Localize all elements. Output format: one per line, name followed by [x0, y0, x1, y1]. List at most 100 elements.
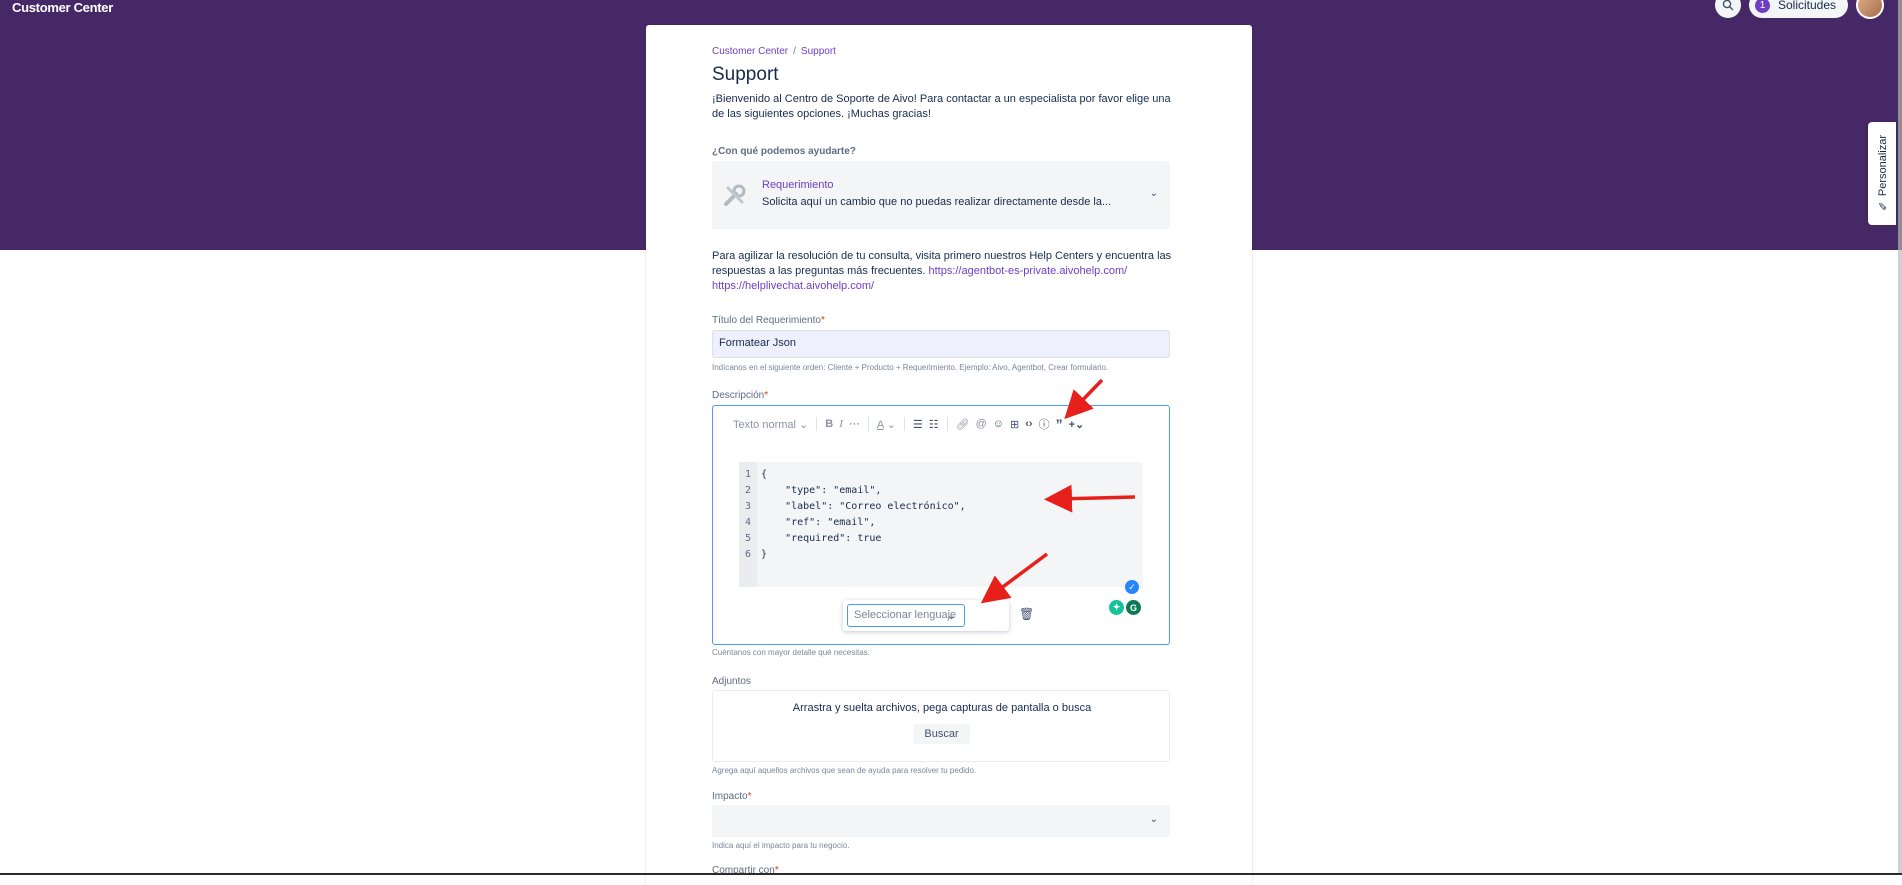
- toolbar-divider: [946, 417, 948, 431]
- code-text: "ref": "email",: [761, 517, 876, 528]
- grammarly-icon[interactable]: G: [1126, 600, 1141, 615]
- attachment-dropzone[interactable]: Arrastra y suelta archivos, pega captura…: [712, 690, 1170, 762]
- line-number: 1: [744, 469, 752, 480]
- attachments-label: Adjuntos: [712, 676, 751, 687]
- editor-toolbar: Texto normal ⌄ B I ··· A ⌄ ☰ ☷ 🔗︎ @ ☺ ⊞ …: [733, 416, 1084, 432]
- toolbar-divider: [816, 417, 818, 431]
- breadcrumb-separator: /: [793, 46, 796, 57]
- breadcrumb-current[interactable]: Support: [801, 46, 836, 57]
- requests-count-badge: 1: [1754, 0, 1770, 13]
- request-form-card: Customer Center / Support Support ¡Bienven…: [646, 25, 1252, 885]
- code-line: 6}: [739, 547, 767, 563]
- toolbar-divider: [867, 417, 869, 431]
- user-avatar[interactable]: [1856, 0, 1884, 19]
- request-type-description: Solicita aquí un cambio que no puedas re…: [762, 196, 1112, 208]
- required-mark: *: [764, 390, 769, 401]
- breadcrumb-root[interactable]: Customer Center: [712, 46, 788, 57]
- chevron-down-icon: ⌄: [1149, 188, 1158, 199]
- title-label-text: Título del Requerimiento: [712, 315, 821, 326]
- browse-button[interactable]: Buscar: [913, 724, 970, 744]
- table-icon[interactable]: ⊞: [1010, 418, 1019, 431]
- description-editor[interactable]: Texto normal ⌄ B I ··· A ⌄ ☰ ☷ 🔗︎ @ ☺ ⊞ …: [712, 405, 1170, 645]
- numbered-list-icon[interactable]: ☷: [929, 418, 939, 431]
- search-icon: [1722, 0, 1734, 11]
- brand-title[interactable]: Customer Center: [12, 0, 113, 15]
- code-text: {: [761, 469, 768, 480]
- chevron-down-icon: ⌄: [886, 418, 896, 431]
- line-number: 2: [744, 485, 752, 496]
- help-link-agentbot[interactable]: https://agentbot-es-private.aivohelp.com…: [928, 265, 1127, 277]
- text-color-button[interactable]: A ⌄: [877, 418, 896, 431]
- delete-code-block-button[interactable]: 🗑︎: [1019, 607, 1034, 621]
- plus-icon[interactable]: +⌄: [1069, 418, 1085, 431]
- title-input[interactable]: Formatear Json: [712, 330, 1170, 358]
- dropzone-text: Arrastra y suelta archivos, pega captura…: [792, 702, 1092, 714]
- chevron-down-icon: ⌄: [799, 418, 809, 431]
- link-icon[interactable]: 🔗︎: [956, 418, 970, 431]
- code-line: 5 "required": true: [739, 531, 881, 547]
- line-number: 5: [744, 533, 752, 544]
- line-number: 3: [744, 501, 752, 512]
- impact-label-text: Impacto: [712, 791, 748, 802]
- trash-icon: 🗑︎: [1019, 607, 1035, 621]
- personalize-tab[interactable]: ✎ Personalizar: [1868, 122, 1896, 225]
- language-placeholder: Seleccionar lenguaje: [854, 609, 957, 621]
- description-field-label: Descripción*: [712, 390, 768, 401]
- line-number: 6: [744, 549, 752, 560]
- code-line: 3 "label": "Correo electrónico",: [739, 499, 966, 515]
- emoji-icon[interactable]: ☺: [993, 418, 1004, 430]
- topbar-actions: 1 Solicitudes: [1714, 0, 1884, 19]
- pencil-icon: ✎: [1876, 196, 1889, 213]
- title-hint: Indícanos en el siguiente orden: Cliente…: [712, 363, 1109, 372]
- code-text: "type": "email",: [761, 485, 882, 496]
- scrollbar-thumb[interactable]: [1898, 0, 1902, 250]
- impact-select[interactable]: ⌄: [712, 805, 1170, 837]
- code-line: 4 "ref": "email",: [739, 515, 875, 531]
- grammarly-widget[interactable]: ✦ G: [1109, 600, 1141, 615]
- bold-button[interactable]: B: [825, 418, 833, 430]
- scrollbar-track[interactable]: [1898, 0, 1902, 875]
- bullet-list-icon[interactable]: ☰: [913, 418, 923, 431]
- bulb-icon[interactable]: ✦: [1109, 600, 1124, 615]
- code-text: "required": true: [761, 533, 882, 544]
- code-line: 2 "type": "email",: [739, 483, 881, 499]
- personalize-label: Personalizar: [1876, 134, 1889, 197]
- required-mark: *: [747, 791, 752, 802]
- text-style-dropdown[interactable]: Texto normal ⌄: [733, 418, 808, 431]
- impact-field-label: Impacto*: [712, 791, 751, 802]
- code-icon[interactable]: ‹›: [1025, 418, 1032, 430]
- check-icon: ✓: [1125, 580, 1139, 594]
- wrench-icon: [722, 182, 748, 214]
- text-color-label: A: [876, 418, 884, 431]
- code-text: }: [761, 549, 768, 560]
- text-style-label: Texto normal: [733, 418, 796, 431]
- requests-button[interactable]: 1 Solicitudes: [1748, 0, 1848, 18]
- search-button[interactable]: [1714, 0, 1741, 18]
- required-mark: *: [820, 315, 825, 326]
- requests-label: Solicitudes: [1777, 0, 1836, 12]
- description-hint: Cuéntanos con mayor detalle qué necesita…: [712, 648, 870, 657]
- help-link-livechat[interactable]: https://helplivechat.aivohelp.com/: [712, 280, 874, 292]
- attachments-hint: Agrega aquí aquellos archivos que sean d…: [712, 766, 977, 775]
- mention-icon[interactable]: @: [976, 418, 987, 430]
- request-type-select[interactable]: Requerimiento Solicita aquí un cambio qu…: [712, 161, 1170, 229]
- italic-button[interactable]: I: [839, 418, 843, 430]
- welcome-text: ¡Bienvenido al Centro de Soporte de Aivo…: [712, 93, 1171, 120]
- code-block[interactable]: 1{ 2 "type": "email", 3 "label": "Correo…: [739, 462, 1143, 587]
- request-type-name: Requerimiento: [762, 179, 834, 191]
- page-title: Support: [712, 64, 779, 85]
- breadcrumb: Customer Center / Support: [712, 46, 836, 57]
- chevron-down-icon: ⌄: [1149, 814, 1158, 825]
- info-icon[interactable]: ⓘ: [1039, 416, 1050, 432]
- description-label-text: Descripción: [712, 390, 765, 401]
- code-line: 1{: [739, 467, 767, 483]
- request-type-question: ¿Con qué podemos ayudarte?: [712, 146, 856, 157]
- code-text: "label": "Correo electrónico",: [761, 501, 966, 512]
- language-select[interactable]: Seleccionar lenguaje ⌄: [847, 604, 965, 627]
- chevron-down-icon: ⌄: [946, 610, 956, 622]
- quote-icon[interactable]: ”: [1056, 416, 1063, 432]
- impact-hint: Indica aquí el impacto para tu negocio.: [712, 841, 850, 850]
- toolbar-divider: [903, 417, 905, 431]
- more-formatting-button[interactable]: ···: [849, 418, 860, 430]
- title-field-label: Título del Requerimiento*: [712, 315, 825, 326]
